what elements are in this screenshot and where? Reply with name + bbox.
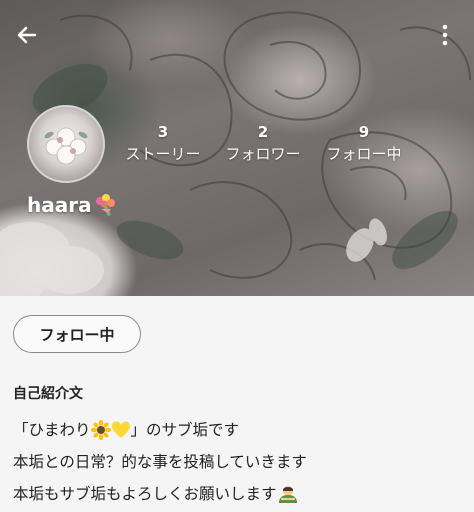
username-text: haara — [27, 193, 92, 217]
flower-avatar-image — [44, 127, 88, 165]
bio-title: 自己紹介文 — [13, 386, 83, 402]
followers-stat[interactable]: 2 フォロワー — [217, 123, 309, 165]
bio-line-1-start: 「ひまわり — [13, 421, 91, 439]
bio-line-1-end: 」のサブ垢です — [130, 421, 240, 439]
bouquet-emoji-icon — [95, 194, 115, 216]
stories-stat[interactable]: 3 ストーリー — [118, 123, 208, 165]
sunflower-emoji-icon — [90, 420, 111, 440]
username: haara — [27, 192, 118, 218]
stories-label: ストーリー — [125, 145, 201, 163]
yellow-heart-emoji-icon — [111, 421, 130, 438]
bowing-person-emoji-icon — [278, 486, 297, 503]
profile-header: 3 ストーリー 2 フォロワー 9 フォロー中 haara — [0, 0, 474, 296]
following-label: フォロー中 — [326, 145, 402, 163]
following-button[interactable]: フォロー中 — [13, 315, 141, 353]
bio-text: 「ひまわり 」のサブ垢です 本垢との日常？的な事を投稿していきます 本垢もサブ垢… — [13, 414, 463, 510]
more-options-button[interactable] — [432, 20, 458, 50]
bio-line-1: 「ひまわり 」のサブ垢です — [13, 414, 463, 446]
following-stat[interactable]: 9 フォロー中 — [318, 123, 410, 165]
avatar[interactable] — [27, 105, 105, 183]
bio-line-3: 本垢もサブ垢もよろしくお願いします — [13, 478, 463, 510]
arrow-left-icon — [17, 26, 37, 44]
bio-line-2: 本垢との日常？的な事を投稿していきます — [13, 453, 307, 471]
more-vertical-icon — [442, 24, 448, 46]
followers-label: フォロワー — [225, 145, 301, 163]
following-count: 9 — [358, 123, 370, 141]
bio-line-3-text: 本垢もサブ垢もよろしくお願いします — [13, 485, 277, 503]
back-button[interactable] — [10, 18, 44, 52]
stories-count: 3 — [157, 123, 169, 141]
followers-count: 2 — [257, 123, 269, 141]
